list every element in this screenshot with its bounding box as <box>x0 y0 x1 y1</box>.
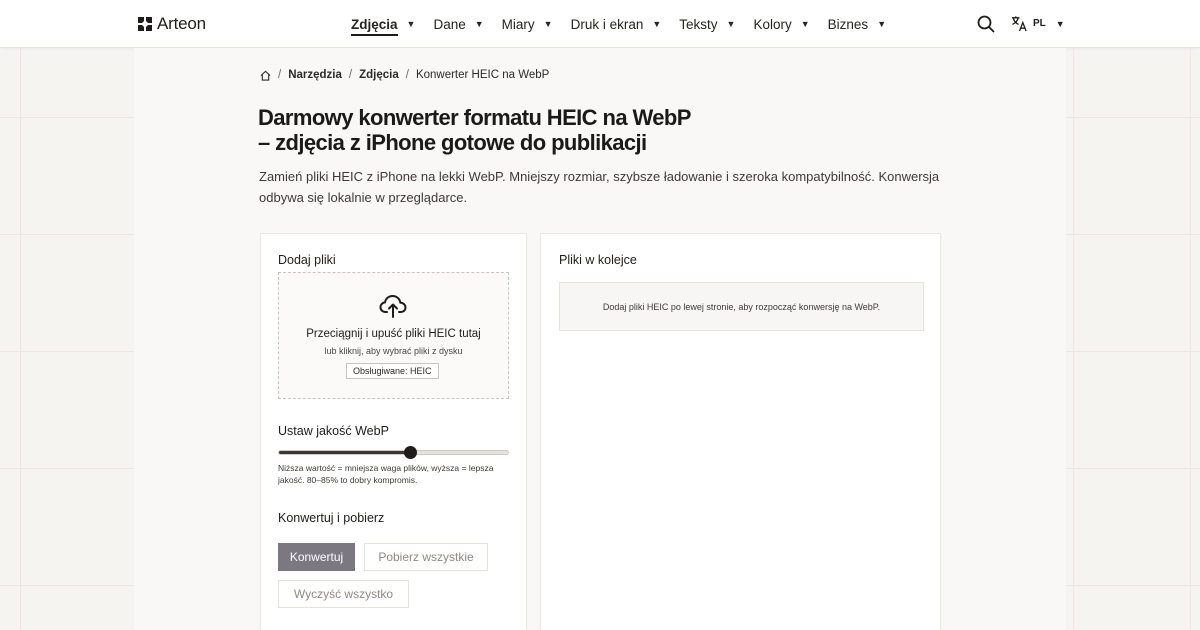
nav-label: Biznes <box>827 16 869 32</box>
dropzone-subtitle: lub kliknij, aby wybrać pliki z dysku <box>324 346 463 356</box>
language-selector[interactable]: PL ▼ <box>1011 15 1065 32</box>
convert-button[interactable]: Konwertuj <box>278 543 355 571</box>
quality-section-title: Ustaw jakość WebP <box>278 424 389 438</box>
caret-down-icon: ▼ <box>652 19 662 29</box>
caret-down-icon: ▼ <box>474 19 484 29</box>
breadcrumb-current: Konwerter HEIC na WebP <box>415 69 550 81</box>
breadcrumb-item-narzedzia[interactable]: Narzędzia <box>288 69 342 81</box>
main-content: / Narzędzia / Zdjęcia / Konwerter HEIC n… <box>134 48 1066 630</box>
queue-section-title: Pliki w kolejce <box>559 253 637 267</box>
cloud-upload-icon <box>379 295 407 318</box>
download-all-button[interactable]: Pobierz wszystkie <box>364 543 488 571</box>
breadcrumb-item-zdjecia[interactable]: Zdjęcia <box>359 69 399 81</box>
search-icon[interactable] <box>977 15 995 33</box>
nav-item-teksty[interactable]: Teksty ▼ <box>679 17 735 32</box>
breadcrumb-separator: / <box>278 69 282 81</box>
converter-panel: Dodaj pliki Przeciągnij i upuść pliki HE… <box>260 233 527 630</box>
nav-item-dane[interactable]: Dane ▼ <box>433 17 483 32</box>
caret-down-icon: ▼ <box>800 19 810 29</box>
caret-down-icon: ▼ <box>726 19 736 29</box>
main-nav: Zdjęcia ▼ Dane ▼ Miary ▼ Druk i ekran ▼ … <box>351 0 904 48</box>
translate-icon <box>1011 16 1027 32</box>
quality-slider-thumb[interactable] <box>403 446 417 459</box>
nav-label: Teksty <box>679 16 718 32</box>
logo-icon <box>138 17 152 31</box>
language-code: PL <box>1033 18 1046 29</box>
queue-empty-text: Dodaj pliki HEIC po lewej stronie, aby r… <box>602 301 881 312</box>
file-dropzone[interactable]: Przeciągnij i upuść pliki HEIC tutaj lub… <box>278 272 509 399</box>
nav-item-kolory[interactable]: Kolory ▼ <box>753 17 809 32</box>
nav-label: Druk i ekran <box>570 16 644 32</box>
nav-item-zdjecia[interactable]: Zdjęcia ▼ <box>351 13 415 36</box>
quality-slider-fill <box>279 451 410 454</box>
nav-label: Zdjęcia <box>351 17 398 36</box>
nav-label: Dane <box>433 16 466 32</box>
nav-item-biznes[interactable]: Biznes ▼ <box>828 17 886 32</box>
page-title-line1: Darmowy konwerter formatu HEIC na WebP <box>258 105 691 130</box>
page-title-line2: – zdjęcia z iPhone gotowe do publikacji <box>258 130 647 155</box>
nav-label: Miary <box>501 16 535 32</box>
breadcrumb: / Narzędzia / Zdjęcia / Konwerter HEIC n… <box>260 69 549 81</box>
supported-formats-badge: Obsługiwane: HEIC <box>346 363 439 379</box>
breadcrumb-separator: / <box>348 69 353 81</box>
page-intro: Zamień pliki HEIC z iPhone na lekki WebP… <box>259 169 940 205</box>
logo-text: Arteon <box>157 14 206 33</box>
page-title: Darmowy konwerter formatu HEIC na WebP –… <box>258 105 818 155</box>
caret-down-icon: ▼ <box>877 19 887 29</box>
quality-hint: Niższa wartość = mniejsza waga plików, w… <box>278 463 494 485</box>
breadcrumb-separator: / <box>405 69 409 81</box>
clear-all-button[interactable]: Wyczyść wszystko <box>278 580 409 608</box>
dropzone-title: Przeciągnij i upuść pliki HEIC tutaj <box>306 328 481 340</box>
caret-down-icon: ▼ <box>1055 18 1065 29</box>
quality-slider[interactable] <box>278 446 509 459</box>
actions-section-title: Konwertuj i pobierz <box>278 511 385 525</box>
top-bar: Arteon Zdjęcia ▼ Dane ▼ Miary ▼ Druk i e… <box>0 0 1200 48</box>
home-icon[interactable] <box>260 70 271 81</box>
nav-label: Kolory <box>753 16 792 32</box>
caret-down-icon: ▼ <box>543 19 553 29</box>
logo[interactable]: Arteon <box>137 14 206 34</box>
queue-panel: Pliki w kolejce Dodaj pliki HEIC po lewe… <box>540 233 941 630</box>
nav-item-miary[interactable]: Miary ▼ <box>502 17 553 32</box>
nav-item-druk-i-ekran[interactable]: Druk i ekran ▼ <box>571 17 662 32</box>
caret-down-icon: ▼ <box>406 19 416 29</box>
queue-empty-state: Dodaj pliki HEIC po lewej stronie, aby r… <box>559 282 924 331</box>
upload-section-title: Dodaj pliki <box>278 253 336 267</box>
